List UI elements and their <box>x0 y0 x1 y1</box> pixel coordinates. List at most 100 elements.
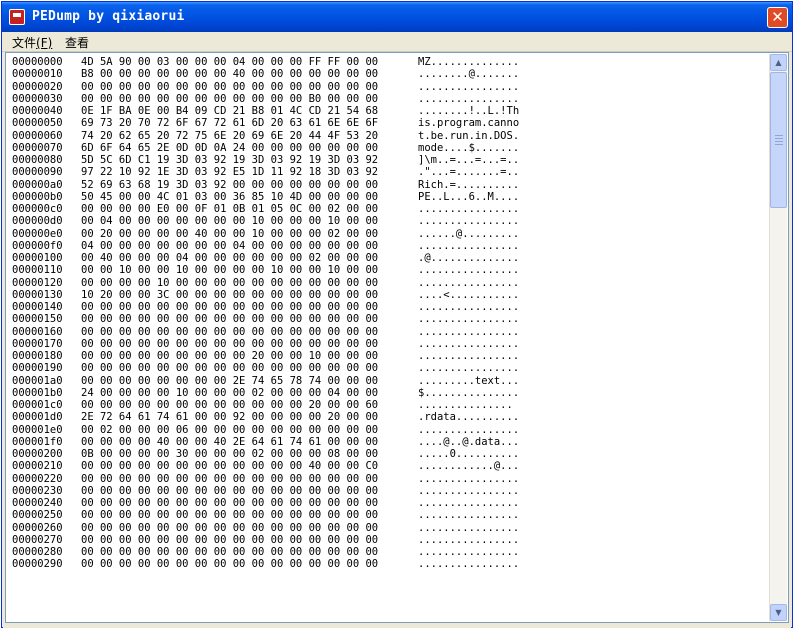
hex-bytes: 00 20 00 00 00 00 40 00 00 10 00 00 00 0… <box>81 227 379 240</box>
scroll-up-button[interactable]: ▲ <box>770 54 787 71</box>
menu-file-label: 文件 <box>12 36 37 50</box>
ascii-text: ................ <box>418 337 520 350</box>
ascii-text: ."...=.......=.. <box>418 166 520 179</box>
ascii-text: mode....$....... <box>418 141 520 154</box>
hex-bytes: 00 00 00 00 00 00 00 00 00 00 00 00 00 0… <box>81 80 379 93</box>
hex-bytes: 00 00 00 00 00 00 00 00 00 00 00 00 00 0… <box>81 325 379 338</box>
hex-offset: 00000060 <box>12 129 63 142</box>
hex-offset: 000000f0 <box>12 239 63 252</box>
hex-bytes: 00 00 00 00 00 00 00 00 00 00 00 00 B0 0… <box>81 92 379 105</box>
hex-row: 00000020 00 00 00 00 00 00 00 00 00 00 00… <box>12 81 770 93</box>
hex-row: 00000260 00 00 00 00 00 00 00 00 00 00 00… <box>12 522 770 534</box>
hex-bytes: 00 00 00 00 00 00 00 00 00 00 00 00 00 0… <box>81 497 379 509</box>
hex-row: 00000090 97 22 10 92 1E 3D 03 92 E5 1D 11… <box>12 166 770 178</box>
hex-row: 00000240 00 00 00 00 00 00 00 00 00 00 00… <box>12 497 770 509</box>
hex-offset: 00000240 <box>12 497 63 509</box>
hex-bytes: 00 00 00 00 E0 00 0F 01 0B 01 05 0C 00 0… <box>81 203 379 215</box>
hex-bytes: 00 00 00 00 00 00 00 00 00 00 00 00 20 0… <box>81 399 379 411</box>
hex-bytes: 4D 5A 90 00 03 00 00 00 04 00 00 00 FF F… <box>81 56 379 68</box>
hex-bytes: 00 00 00 00 00 00 00 00 00 00 00 00 00 0… <box>81 558 379 571</box>
hex-offset: 00000030 <box>12 92 63 105</box>
hex-row: 00000130 10 20 00 00 3C 00 00 00 00 00 00… <box>12 289 770 301</box>
scroll-thumb[interactable] <box>770 72 787 208</box>
ascii-text: ................ <box>418 521 520 534</box>
hex-bytes: 00 00 00 00 00 00 00 00 00 00 00 00 00 0… <box>81 362 379 375</box>
hex-offset: 00000080 <box>12 154 63 166</box>
ascii-text: .rdata.......... <box>418 411 520 424</box>
menu-view[interactable]: 查看 <box>65 34 89 51</box>
hex-row: 000000f0 04 00 00 00 00 00 00 00 04 00 00… <box>12 240 770 252</box>
hex-offset: 000001e0 <box>12 423 63 436</box>
close-button[interactable]: ✕ <box>767 7 788 28</box>
hex-offset: 000000e0 <box>12 227 63 240</box>
hex-bytes: 00 00 00 00 00 00 00 00 00 00 00 00 00 0… <box>81 301 379 313</box>
hex-offset: 00000000 <box>12 56 63 68</box>
vertical-scrollbar[interactable]: ▲ ▼ <box>769 54 787 621</box>
hex-row: 00000040 0E 1F BA 0E 00 B4 09 CD 21 B8 01… <box>12 105 770 117</box>
window-title: PEDump by qixiaorui <box>32 9 185 24</box>
hex-bytes: 00 00 00 00 00 00 00 00 00 00 00 00 00 0… <box>81 484 379 497</box>
hex-row: 00000180 00 00 00 00 00 00 00 00 00 20 00… <box>12 350 770 362</box>
ascii-text: ................ <box>418 276 520 289</box>
hex-bytes: 5D 5C 6D C1 19 3D 03 92 19 3D 03 92 19 3… <box>81 154 379 166</box>
ascii-text: .@.............. <box>418 252 520 264</box>
hex-offset: 000000b0 <box>12 190 63 203</box>
app-icon[interactable] <box>9 9 25 25</box>
hex-row: 00000140 00 00 00 00 00 00 00 00 00 00 00… <box>12 301 770 313</box>
ascii-text: ................ <box>418 80 520 93</box>
menu-file[interactable]: 文件(F) <box>12 34 52 51</box>
ascii-text: .....0.......... <box>418 448 520 460</box>
ascii-text: ................ <box>418 533 520 546</box>
hex-bytes: 00 00 00 00 10 00 00 00 00 00 00 00 00 0… <box>81 276 379 289</box>
ascii-text: ................ <box>418 509 520 522</box>
scroll-down-button[interactable]: ▼ <box>770 604 787 621</box>
hex-offset: 00000020 <box>12 80 63 93</box>
hex-offset: 00000270 <box>12 533 63 546</box>
hex-offset: 00000140 <box>12 301 63 313</box>
ascii-text: ................ <box>418 546 520 558</box>
hex-offset: 00000200 <box>12 448 63 460</box>
hex-row: 00000010 B8 00 00 00 00 00 00 00 40 00 00… <box>12 68 770 80</box>
ascii-text: ................ <box>418 301 520 313</box>
hex-offset: 00000210 <box>12 460 63 473</box>
ascii-text: ................ <box>418 497 520 509</box>
hex-row: 00000290 00 00 00 00 00 00 00 00 00 00 00… <box>12 558 770 570</box>
hex-row: 00000070 6D 6F 64 65 2E 0D 0D 0A 24 00 00… <box>12 142 770 154</box>
ascii-text: ................ <box>418 472 520 485</box>
hex-bytes: 0E 1F BA 0E 00 B4 09 CD 21 B8 01 4C CD 2… <box>81 105 379 117</box>
ascii-text: ........!..L.!Th <box>418 105 520 117</box>
hex-bytes: 74 20 62 65 20 72 75 6E 20 69 6E 20 44 4… <box>81 129 379 142</box>
hex-row: 00000150 00 00 00 00 00 00 00 00 00 00 00… <box>12 313 770 325</box>
hex-row: 00000170 00 00 00 00 00 00 00 00 00 00 00… <box>12 338 770 350</box>
hex-offset: 000001f0 <box>12 435 63 448</box>
hex-bytes: 00 00 00 00 00 00 00 00 00 00 00 00 00 0… <box>81 546 379 558</box>
menu-file-accelerator: (F) <box>36 36 53 50</box>
hex-row: 000001c0 00 00 00 00 00 00 00 00 00 00 00… <box>12 399 770 411</box>
hex-row: 00000250 00 00 00 00 00 00 00 00 00 00 00… <box>12 509 770 521</box>
hex-offset: 00000100 <box>12 252 63 264</box>
hex-bytes: B8 00 00 00 00 00 00 00 40 00 00 00 00 0… <box>81 68 379 81</box>
ascii-text: ............@... <box>418 460 520 473</box>
ascii-text: PE..L...6..M.... <box>418 190 520 203</box>
hex-bytes: 52 69 63 68 19 3D 03 92 00 00 00 00 00 0… <box>81 178 379 191</box>
hex-row: 000000e0 00 20 00 00 00 00 40 00 00 10 00… <box>12 228 770 240</box>
ascii-text: ................ <box>418 484 520 497</box>
hex-bytes: 0B 00 00 00 00 30 00 00 00 02 00 00 00 0… <box>81 448 379 460</box>
ascii-text: ............... <box>418 399 513 411</box>
hex-offset: 000000d0 <box>12 215 63 228</box>
hex-offset: 00000010 <box>12 68 63 81</box>
hex-row: 000000b0 50 45 00 00 4C 01 03 00 36 85 10… <box>12 191 770 203</box>
hex-row: 000000a0 52 69 63 68 19 3D 03 92 00 00 00… <box>12 179 770 191</box>
title-bar[interactable]: PEDump by qixiaorui ✕ <box>2 2 792 32</box>
hex-bytes: 00 00 00 00 00 00 00 00 00 00 00 00 00 0… <box>81 337 379 350</box>
ascii-text: ................ <box>418 325 520 338</box>
hex-bytes: 00 00 00 00 00 00 00 00 2E 74 65 78 74 0… <box>81 374 379 387</box>
hex-dump-view[interactable]: 00000000 4D 5A 90 00 03 00 00 00 04 00 00… <box>5 52 789 623</box>
hex-bytes: 00 04 00 00 00 00 00 00 00 10 00 00 00 1… <box>81 215 379 228</box>
hex-bytes: 6D 6F 64 65 2E 0D 0D 0A 24 00 00 00 00 0… <box>81 141 379 154</box>
hex-row: 00000120 00 00 00 00 10 00 00 00 00 00 00… <box>12 277 770 289</box>
hex-offset: 00000050 <box>12 117 63 130</box>
hex-offset: 00000220 <box>12 472 63 485</box>
ascii-text: ................ <box>418 362 520 375</box>
hex-bytes: 69 73 20 70 72 6F 67 72 61 6D 20 63 61 6… <box>81 117 379 130</box>
